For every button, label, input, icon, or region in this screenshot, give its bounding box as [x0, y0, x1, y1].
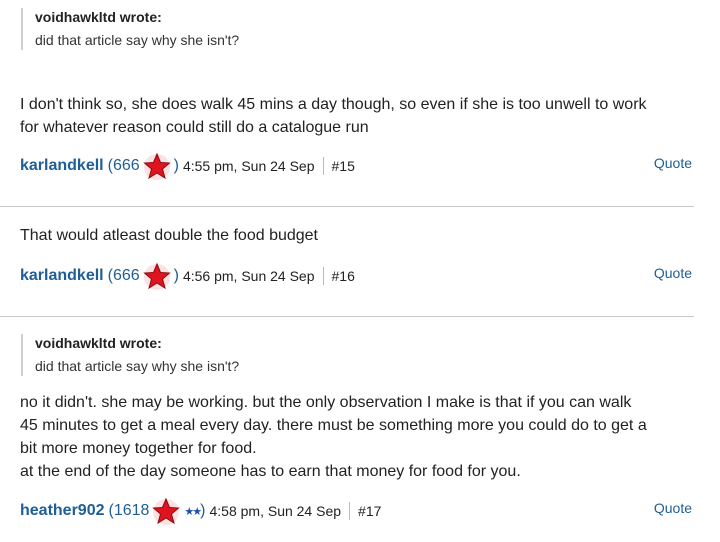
post-body-line: bit more money together for food. [20, 440, 257, 457]
meta-separator [349, 502, 351, 520]
quote-button[interactable]: Quote [654, 265, 692, 281]
post-number-link[interactable]: #15 [332, 158, 355, 174]
post-timestamp: 4:56 pm, Sun 24 Sep [182, 268, 315, 284]
post-body: That would atleast double the food budge… [20, 224, 318, 247]
quote-block: voidhawkltd wrote: did that article say … [21, 8, 239, 50]
post-meta: karlandkell (666 ) 4:55 pm, Sun 24 Sep #… [20, 151, 355, 181]
reputation-close: ) [200, 502, 206, 519]
post-body: no it didn't. she may be working. but th… [20, 391, 647, 483]
reputation-close: ) [173, 267, 179, 284]
quote-author: voidhawkltd wrote: [35, 9, 162, 25]
post-number-link[interactable]: #17 [358, 503, 381, 519]
quote-button[interactable]: Quote [654, 155, 692, 171]
quote-button[interactable]: Quote [654, 500, 692, 516]
quote-text: did that article say why she isn't? [35, 32, 240, 48]
reputation-star-icon [151, 497, 181, 527]
post-divider [0, 206, 694, 207]
post-divider [0, 316, 694, 317]
reputation-count: (666 [107, 157, 140, 174]
post-body-line: at the end of the day someone has to ear… [20, 463, 521, 480]
quote-author: voidhawkltd wrote: [35, 335, 162, 351]
post-timestamp: 4:58 pm, Sun 24 Sep [209, 503, 342, 519]
meta-separator [322, 267, 324, 285]
username-link[interactable]: karlandkell [20, 267, 104, 285]
quote-block: voidhawkltd wrote: did that article say … [21, 334, 239, 376]
post-body-line: for whatever reason could still do a cat… [20, 119, 369, 136]
post-body-line: 45 minutes to get a meal every day. ther… [20, 417, 647, 434]
username-link[interactable]: karlandkell [20, 157, 104, 175]
post-meta: heather902 (1618 ★★ ) 4:58 pm, Sun 24 Se… [20, 496, 381, 526]
post-body-line: no it didn't. she may be working. but th… [20, 394, 632, 411]
reputation-star-icon [142, 262, 172, 292]
reputation-count: (666 [107, 267, 140, 284]
reputation-star-icon [142, 152, 172, 182]
post-number-link[interactable]: #16 [332, 268, 355, 284]
rank-stars-icon: ★★ [184, 505, 202, 518]
reputation-count: (1618 [108, 502, 150, 519]
post-body-line: That would atleast double the food budge… [20, 227, 318, 244]
post-meta: karlandkell (666 ) 4:56 pm, Sun 24 Sep #… [20, 261, 355, 291]
quote-text: did that article say why she isn't? [35, 358, 240, 374]
post-body: I don't think so, she does walk 45 mins … [20, 93, 647, 139]
meta-separator [322, 157, 324, 175]
post-timestamp: 4:55 pm, Sun 24 Sep [182, 158, 315, 174]
username-link[interactable]: heather902 [20, 502, 105, 520]
reputation-close: ) [173, 157, 179, 174]
post-body-line: I don't think so, she does walk 45 mins … [20, 96, 647, 113]
